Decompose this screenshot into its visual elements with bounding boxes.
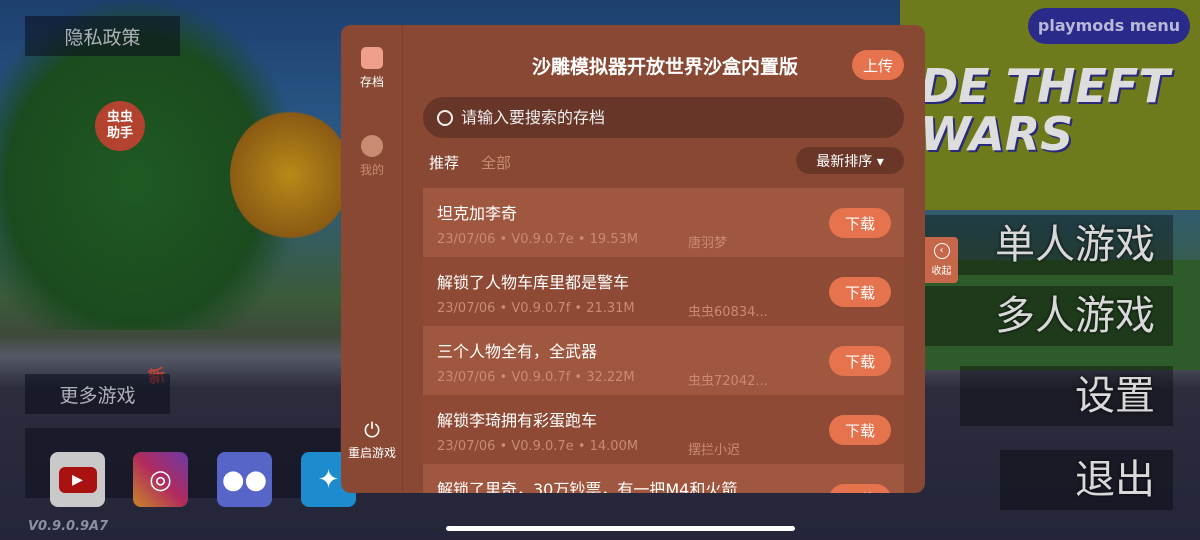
sidebar-item-restart[interactable]: ⏻ 重启游戏 (341, 418, 403, 461)
save-manager-panel: 存档 我的 ⏻ 重启游戏 沙雕模拟器开放世界沙盒内置版 上传 推荐 全部 最新排… (341, 25, 925, 493)
save-author: 摆拦小迟 (688, 443, 741, 458)
save-icon (361, 47, 383, 69)
tab-all[interactable]: 全部 (481, 152, 511, 173)
upload-button[interactable]: 上传 (852, 50, 904, 80)
more-games-label: 更多游戏 (59, 384, 136, 407)
sort-label: 最新排序 (816, 153, 873, 170)
instagram-icon[interactable]: ◎ (133, 452, 188, 507)
save-meta: 23/07/06 • V0.9.0.7e • 19.53M (437, 232, 639, 247)
download-button[interactable]: 下载 (829, 346, 891, 376)
list-item[interactable]: 解锁了人物车库里都是警车 23/07/06 • V0.9.0.7f • 21.31… (423, 257, 904, 326)
sidebar-item-label: 我的 (359, 163, 384, 177)
save-author: 虫虫60834... (688, 305, 768, 320)
home-indicator[interactable] (446, 526, 795, 531)
sidebar-item-label: 重启游戏 (347, 446, 396, 460)
save-author: 虫虫72042... (688, 374, 768, 389)
search-icon (437, 109, 453, 126)
search-bar[interactable] (423, 97, 904, 138)
page-title: 沙雕模拟器开放世界沙盒内置版 (531, 56, 798, 78)
power-icon: ⏻ (364, 418, 380, 442)
youtube-icon[interactable]: ▶ (50, 452, 105, 507)
save-name: 解锁了人物车库里都是警车 (437, 273, 630, 292)
save-author: 唐羽梦 (688, 236, 728, 251)
search-input[interactable] (461, 108, 861, 127)
sidebar: 存档 我的 ⏻ 重启游戏 (341, 25, 403, 493)
list-item[interactable]: 坦克加李奇 23/07/06 • V0.9.0.7e • 19.53M 唐羽梦 下载 (423, 188, 904, 257)
download-button[interactable]: 下载 (829, 277, 891, 307)
settings-button[interactable]: 设置 (960, 366, 1173, 426)
save-meta: 23/07/06 • V0.9.0.7f • 21.31M (437, 301, 635, 316)
privacy-label: 隐私政策 (64, 26, 141, 49)
save-name: 三个人物全有，全武器 (437, 342, 598, 361)
save-meta: 23/07/06 • V0.9.0.7f • 32.22M (437, 370, 635, 385)
save-name: 解锁李琦拥有彩蛋跑车 (437, 411, 598, 430)
sidebar-item-mine[interactable]: 我的 (341, 135, 403, 178)
caret-down-icon: ▾ (876, 153, 884, 170)
save-meta: 23/07/06 • V0.9.0.7e • 14.00M (437, 439, 639, 454)
autumn-tree-scenery (230, 110, 350, 240)
download-button[interactable]: 下载 (829, 415, 891, 445)
save-name: 坦克加李奇 (437, 204, 518, 223)
chevron-left-icon: ‹ (933, 243, 950, 259)
download-button[interactable]: 下载 (829, 484, 891, 493)
save-list: 坦克加李奇 23/07/06 • V0.9.0.7e • 19.53M 唐羽梦 下载 … (423, 188, 904, 493)
more-games-button[interactable]: 更多游戏 (25, 374, 170, 414)
assistant-badge[interactable]: 虫虫 助手 (95, 101, 145, 151)
sidebar-item-label: 存档 (359, 75, 384, 89)
sidebar-item-saves[interactable]: 存档 (341, 47, 403, 90)
privacy-policy-button[interactable]: 隐私政策 (25, 16, 180, 56)
list-item[interactable]: 解锁李琦拥有彩蛋跑车 23/07/06 • V0.9.0.7e • 14.00M 摆… (423, 395, 904, 464)
list-item[interactable]: 解锁了里奇，30万钞票，有一把M4和火箭... 下载 (423, 464, 904, 493)
sort-dropdown[interactable]: 最新排序 ▾ (796, 147, 904, 174)
collapse-label: 收起 (931, 266, 952, 277)
list-item[interactable]: 三个人物全有，全武器 23/07/06 • V0.9.0.7f • 32.22M 虫… (423, 326, 904, 395)
tab-recommended[interactable]: 推荐 (429, 152, 459, 173)
download-button[interactable]: 下载 (829, 208, 891, 238)
collapse-button[interactable]: ‹ 收起 (925, 237, 958, 283)
version-label: V0.9.0.9A7 (28, 519, 109, 534)
discord-icon[interactable]: ●● (217, 452, 272, 507)
playmods-menu-button[interactable]: playmods menu (1028, 8, 1190, 44)
game-logo: DE THEFT WARS (920, 59, 1170, 161)
save-name: 解锁了里奇，30万钞票，有一把M4和火箭... (437, 480, 753, 493)
exit-button[interactable]: 退出 (1000, 450, 1173, 510)
profile-icon (361, 135, 383, 157)
